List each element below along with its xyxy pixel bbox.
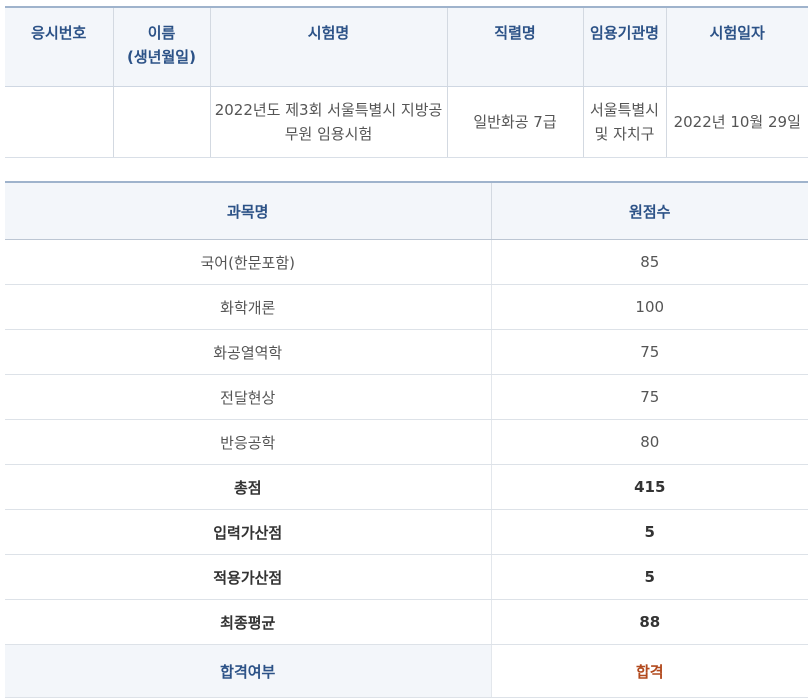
header-exam-name: 시험명 xyxy=(209,7,447,87)
table-row: 국어(한문포함) 85 xyxy=(5,239,808,285)
subject-name: 반응공학 xyxy=(5,419,491,465)
header-series: 직렬명 xyxy=(446,7,583,87)
input-bonus-label: 입력가산점 xyxy=(5,509,491,555)
applied-bonus-score: 5 xyxy=(490,554,808,600)
header-applicant-number: 응시번호 xyxy=(5,7,113,87)
header-raw-score: 원점수 xyxy=(490,182,808,240)
name-birth-cell xyxy=(112,86,210,158)
pass-result-value: 합격 xyxy=(490,644,808,698)
table-row: 화학개론 100 xyxy=(5,284,808,330)
total-score: 415 xyxy=(490,464,808,510)
subject-score: 85 xyxy=(490,239,808,285)
applicant-number-cell xyxy=(5,86,113,158)
subject-score: 75 xyxy=(490,329,808,375)
header-subject: 과목명 xyxy=(5,182,491,240)
score-table: 과목명 원점수 국어(한문포함) 85 화학개론 100 화공열역학 75 전달… xyxy=(5,181,808,698)
input-bonus-row: 입력가산점 5 xyxy=(5,509,808,555)
subject-score: 100 xyxy=(490,284,808,330)
subject-name: 국어(한문포함) xyxy=(5,239,491,285)
header-exam-date: 시험일자 xyxy=(665,7,808,87)
table-row: 반응공학 80 xyxy=(5,419,808,465)
subject-score: 75 xyxy=(490,374,808,420)
exam-info-header-row: 응시번호 이름 (생년월일) 시험명 직렬명 임용기관명 시험일자 xyxy=(5,7,808,87)
exam-date-cell: 2022년 10월 29일 xyxy=(665,86,808,158)
agency-cell: 서울특별시 및 자치구 xyxy=(582,86,666,158)
subject-name: 화학개론 xyxy=(5,284,491,330)
subject-name: 화공열역학 xyxy=(5,329,491,375)
table-row: 전달현상 75 xyxy=(5,374,808,420)
score-header-row: 과목명 원점수 xyxy=(5,182,808,240)
final-average-row: 최종평균 88 xyxy=(5,599,808,645)
final-average-score: 88 xyxy=(490,599,808,645)
subject-name: 전달현상 xyxy=(5,374,491,420)
exam-info-row: 2022년도 제3회 서울특별시 지방공무원 임용시험 일반화공 7급 서울특별… xyxy=(5,86,808,158)
pass-result-label: 합격여부 xyxy=(5,644,491,698)
exam-info-table: 응시번호 이름 (생년월일) 시험명 직렬명 임용기관명 시험일자 2022년도… xyxy=(5,6,808,158)
series-cell: 일반화공 7급 xyxy=(446,86,583,158)
applied-bonus-row: 적용가산점 5 xyxy=(5,554,808,600)
final-average-label: 최종평균 xyxy=(5,599,491,645)
total-label: 총점 xyxy=(5,464,491,510)
exam-name-cell: 2022년도 제3회 서울특별시 지방공무원 임용시험 xyxy=(209,86,447,158)
total-row: 총점 415 xyxy=(5,464,808,510)
table-row: 화공열역학 75 xyxy=(5,329,808,375)
header-agency: 임용기관명 xyxy=(582,7,666,87)
subject-score: 80 xyxy=(490,419,808,465)
pass-result-row: 합격여부 합격 xyxy=(5,644,808,698)
header-name-birth: 이름 (생년월일) xyxy=(112,7,210,87)
applied-bonus-label: 적용가산점 xyxy=(5,554,491,600)
input-bonus-score: 5 xyxy=(490,509,808,555)
